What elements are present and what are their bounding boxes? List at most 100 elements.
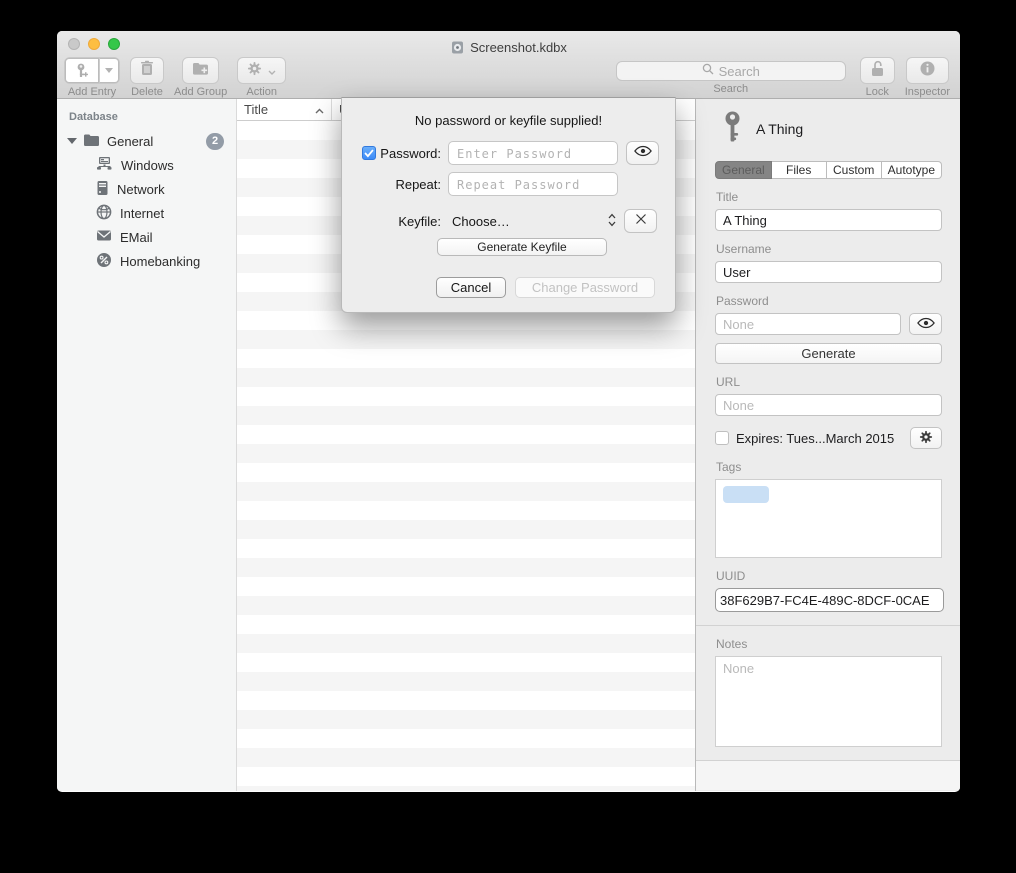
change-password-button[interactable]: Change Password bbox=[515, 277, 655, 298]
windows-network-icon bbox=[96, 156, 113, 174]
title-field-label: Title bbox=[716, 190, 942, 204]
repeat-row: Repeat: bbox=[342, 172, 675, 196]
app-window: Screenshot.kdbx Add Entry bbox=[57, 31, 960, 792]
zoom-button[interactable] bbox=[108, 38, 120, 50]
lock-tool[interactable]: Lock bbox=[860, 57, 895, 98]
stepper-icon bbox=[608, 213, 616, 230]
titlebar[interactable]: Screenshot.kdbx bbox=[57, 31, 960, 57]
generate-keyfile-button[interactable]: Generate Keyfile bbox=[437, 238, 607, 256]
gear-icon bbox=[247, 61, 262, 81]
entry-count-badge: 2 bbox=[206, 133, 224, 150]
repeat-label: Repeat: bbox=[360, 177, 448, 192]
disclosure-triangle-icon[interactable] bbox=[67, 138, 77, 144]
close-button[interactable] bbox=[68, 38, 80, 50]
sidebar-item-internet[interactable]: Internet bbox=[57, 201, 236, 225]
add-entry-label: Add Entry bbox=[68, 86, 116, 98]
sidebar-item-homebanking[interactable]: Homebanking bbox=[57, 249, 236, 273]
add-group-label: Add Group bbox=[174, 86, 227, 98]
tag-token[interactable] bbox=[723, 486, 769, 503]
tags-field-label: Tags bbox=[716, 460, 942, 474]
username-input[interactable] bbox=[715, 261, 942, 283]
search-icon bbox=[702, 62, 714, 80]
inspector-tabs: General Files Custom Autotype bbox=[715, 161, 942, 179]
unlock-icon bbox=[870, 60, 885, 82]
sidebar-item-label: Homebanking bbox=[120, 254, 200, 269]
key-plus-icon bbox=[65, 58, 99, 83]
sidebar-item-label: Network bbox=[117, 182, 165, 197]
clear-keyfile-button[interactable] bbox=[624, 209, 657, 233]
section-divider bbox=[696, 625, 960, 626]
action-tool[interactable]: Action bbox=[237, 57, 286, 98]
server-icon bbox=[96, 180, 109, 199]
title-input[interactable] bbox=[715, 209, 942, 231]
password-checkbox[interactable] bbox=[362, 146, 376, 160]
search-input[interactable]: Search bbox=[616, 61, 846, 81]
close-x-icon bbox=[635, 212, 647, 230]
sidebar-item-label: EMail bbox=[120, 230, 153, 245]
reveal-password-button[interactable] bbox=[626, 141, 659, 165]
search-label: Search bbox=[713, 83, 748, 95]
sidebar-item-network[interactable]: Network bbox=[57, 177, 236, 201]
inspector-footer bbox=[696, 760, 960, 790]
add-entry-dropdown-icon[interactable] bbox=[99, 58, 119, 83]
sidebar-item-label: Internet bbox=[120, 206, 164, 221]
lock-label: Lock bbox=[866, 86, 889, 98]
generate-keyfile-row: Generate Keyfile bbox=[430, 238, 614, 256]
url-input[interactable] bbox=[715, 394, 942, 416]
reveal-password-button[interactable] bbox=[909, 313, 942, 335]
sidebar-item-general[interactable]: General 2 bbox=[57, 129, 236, 153]
keyfile-row: Keyfile: Choose… bbox=[342, 209, 675, 233]
enter-password-input[interactable] bbox=[448, 141, 618, 165]
tab-autotype[interactable]: Autotype bbox=[882, 161, 942, 179]
expires-checkbox[interactable] bbox=[715, 431, 729, 445]
action-chevron-down-icon bbox=[268, 62, 276, 80]
expires-row: Expires: Tues...March 2015 bbox=[715, 427, 942, 449]
keyfile-label: Keyfile: bbox=[360, 214, 448, 229]
url-field-label: URL bbox=[716, 375, 942, 389]
keyfile-popup[interactable]: Choose… bbox=[448, 213, 616, 230]
expires-label: Expires: Tues...March 2015 bbox=[736, 431, 903, 446]
inspector-tool[interactable]: Inspector bbox=[905, 57, 950, 98]
sidebar-section-header: Database bbox=[57, 107, 236, 129]
search-tool: Search Search bbox=[616, 57, 846, 95]
tab-general[interactable]: General bbox=[715, 161, 772, 179]
add-entry-tool[interactable]: Add Entry bbox=[64, 57, 120, 98]
percent-icon bbox=[96, 252, 112, 271]
gear-icon bbox=[919, 430, 933, 447]
minimize-button[interactable] bbox=[88, 38, 100, 50]
search-placeholder: Search bbox=[719, 64, 760, 79]
folder-icon bbox=[83, 133, 100, 150]
column-header-title[interactable]: Title bbox=[237, 99, 332, 120]
delete-label: Delete bbox=[131, 86, 163, 98]
envelope-icon bbox=[96, 229, 112, 245]
traffic-lights bbox=[68, 38, 120, 50]
password-label: Password: bbox=[380, 146, 441, 161]
sidebar-item-label: Windows bbox=[121, 158, 174, 173]
repeat-password-input[interactable] bbox=[448, 172, 618, 196]
info-icon bbox=[920, 61, 935, 81]
generate-password-button[interactable]: Generate bbox=[715, 343, 942, 364]
sidebar-item-windows[interactable]: Windows bbox=[57, 153, 236, 177]
password-field-label: Password bbox=[716, 294, 942, 308]
password-input[interactable] bbox=[715, 313, 901, 335]
toolbar: Add Entry Delete Add Group bbox=[57, 57, 960, 99]
tags-input[interactable] bbox=[715, 479, 942, 558]
tab-custom[interactable]: Custom bbox=[827, 161, 882, 179]
expires-settings-button[interactable] bbox=[910, 427, 942, 449]
document-icon bbox=[450, 40, 465, 55]
username-field-label: Username bbox=[716, 242, 942, 256]
cancel-button[interactable]: Cancel bbox=[436, 277, 506, 298]
entry-title: A Thing bbox=[756, 121, 803, 137]
notes-placeholder: None bbox=[723, 661, 754, 676]
trash-icon bbox=[140, 60, 154, 81]
folder-plus-icon bbox=[192, 61, 209, 81]
uuid-input[interactable] bbox=[715, 588, 944, 612]
sheet-message: No password or keyfile supplied! bbox=[342, 113, 675, 128]
add-group-tool[interactable]: Add Group bbox=[174, 57, 227, 98]
sidebar-item-email[interactable]: EMail bbox=[57, 225, 236, 249]
tab-files[interactable]: Files bbox=[772, 161, 827, 179]
window-chrome: Screenshot.kdbx Add Entry bbox=[57, 31, 960, 99]
window-title: Screenshot.kdbx bbox=[470, 40, 567, 55]
delete-tool[interactable]: Delete bbox=[130, 57, 164, 98]
notes-input[interactable]: None bbox=[715, 656, 942, 747]
